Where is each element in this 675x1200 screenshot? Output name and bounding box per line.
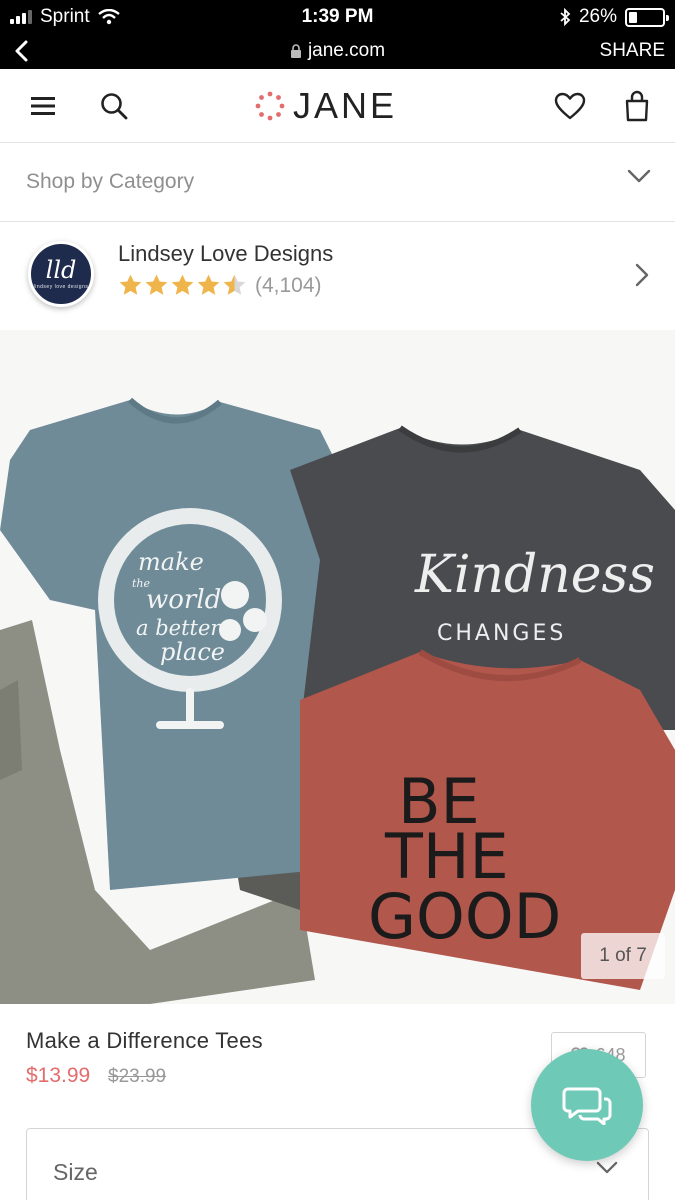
- bluetooth-icon: [560, 8, 571, 26]
- browser-url-bar: jane.com SHARE: [0, 34, 675, 69]
- product-image-carousel[interactable]: make the world a better place Kindness C…: [0, 330, 675, 1004]
- review-count: (4,104): [255, 273, 322, 297]
- hamburger-icon: [31, 97, 55, 115]
- chat-bubbles-icon: [562, 1087, 612, 1125]
- battery-icon: [625, 7, 669, 27]
- jane-logo[interactable]: JANE: [255, 85, 397, 127]
- avatar-subtext: lindsey love designs: [33, 284, 89, 290]
- status-right: 26%: [559, 6, 669, 28]
- star-rating: [118, 273, 247, 298]
- sale-price: $13.99: [26, 1064, 91, 1087]
- globe-text-place: place: [160, 638, 225, 666]
- globe-text-make: make: [138, 548, 204, 576]
- battery-percent: 26%: [578, 6, 617, 27]
- cart-button[interactable]: [620, 89, 654, 123]
- share-button[interactable]: SHARE: [600, 40, 665, 62]
- size-label: Size: [53, 1159, 98, 1185]
- product-photo: make the world a better place Kindness C…: [0, 330, 675, 1004]
- original-price: $23.99: [108, 1066, 167, 1087]
- star-icon: [171, 274, 194, 295]
- seller-avatar[interactable]: lld lindsey love designs: [28, 241, 94, 307]
- good-text: GOOD: [368, 880, 561, 953]
- search-icon: [101, 93, 128, 120]
- logo-dots-icon: [255, 91, 285, 121]
- seller-rating: (4,104): [118, 273, 322, 298]
- logo-text: JANE: [293, 85, 398, 126]
- star-icon: [119, 274, 142, 295]
- kindness-text: Kindness: [414, 545, 655, 605]
- star-icon: [197, 274, 220, 295]
- image-counter: 1 of 7: [581, 933, 665, 979]
- globe-text-world: world: [146, 585, 221, 615]
- star-icon: [223, 274, 246, 295]
- seller-row[interactable]: lld lindsey love designs Lindsey Love De…: [0, 223, 675, 330]
- product-title: Make a Difference Tees: [26, 1028, 263, 1053]
- chevron-right-icon: [635, 263, 649, 287]
- category-label: Shop by Category: [26, 170, 195, 193]
- chevron-down-icon: [627, 169, 651, 183]
- lock-icon: [290, 43, 301, 58]
- menu-button[interactable]: [26, 89, 60, 123]
- category-dropdown[interactable]: Shop by Category: [0, 143, 675, 222]
- shopping-bag-icon: [625, 90, 649, 122]
- url-display[interactable]: jane.com: [0, 40, 675, 62]
- heart-icon: [554, 92, 586, 120]
- site-header: JANE: [0, 69, 675, 143]
- status-bar: Sprint 1:39 PM 26%: [0, 0, 675, 34]
- wishlist-button[interactable]: [553, 89, 587, 123]
- seller-name[interactable]: Lindsey Love Designs: [118, 241, 333, 267]
- chat-button[interactable]: [531, 1049, 643, 1161]
- search-button[interactable]: [97, 89, 131, 123]
- globe-text-better: a better: [136, 616, 222, 640]
- avatar-monogram: lld: [45, 256, 77, 284]
- changes-text: CHANGES: [437, 621, 566, 646]
- chevron-down-icon: [596, 1161, 618, 1174]
- url-text: jane.com: [307, 40, 386, 61]
- star-icon: [145, 274, 168, 295]
